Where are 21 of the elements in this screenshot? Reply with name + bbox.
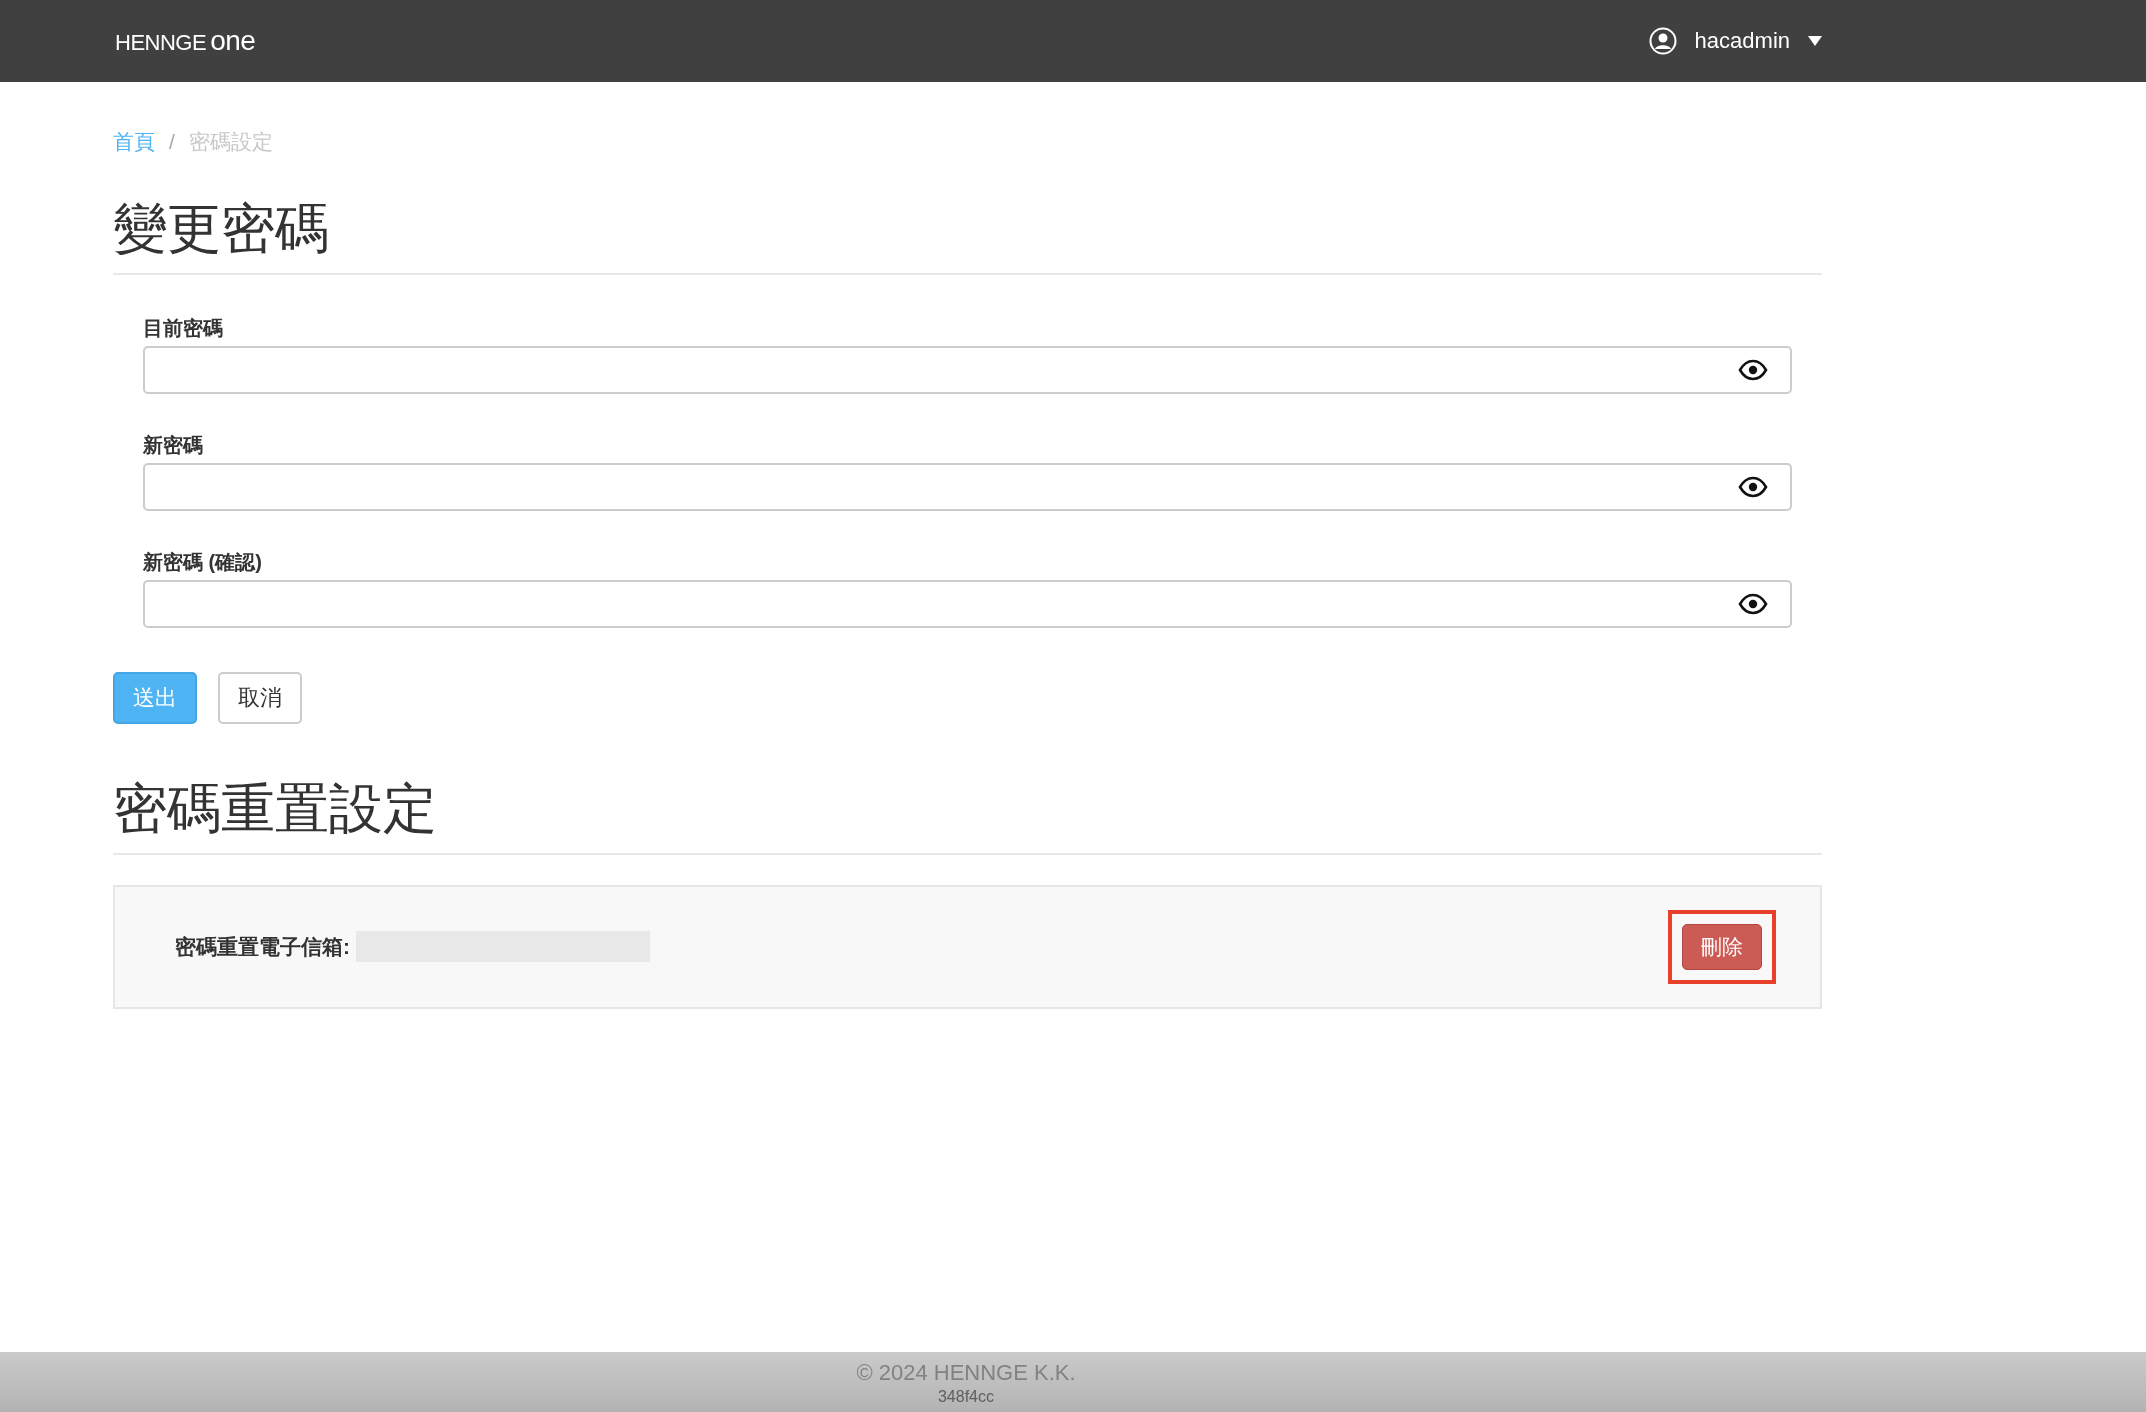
page-title: 變更密碼 [113, 196, 1822, 275]
caret-icon[interactable] [1808, 36, 1822, 46]
password-field[interactable] [143, 345, 1792, 394]
delete-button[interactable]: 刪除 [1682, 923, 1762, 970]
copyright-text: © 2024 HENNGE K.K. [856, 1360, 1076, 1386]
cancel-button[interactable]: 取消 [218, 671, 302, 724]
breadcrumb-separator: / [169, 130, 175, 154]
field-label: 目前密碼 [143, 315, 224, 341]
password-field[interactable] [143, 579, 1792, 628]
eye-icon[interactable] [1738, 592, 1768, 615]
user-menu[interactable]: hacadmin [1694, 28, 1790, 54]
section-title: 密碼重置設定 [113, 775, 1822, 855]
email-label: 密碼重置電子信箱: [175, 933, 350, 960]
build-id: 348f4cc [937, 1388, 994, 1406]
field-label: 新密碼 (確認) [143, 549, 263, 575]
eye-icon[interactable] [1738, 358, 1768, 381]
user-icon[interactable] [1648, 27, 1677, 55]
logo[interactable]: HENNGE one [115, 25, 256, 57]
eye-icon[interactable] [1738, 475, 1768, 498]
field-label: 新密碼 [143, 432, 204, 458]
password-field[interactable] [143, 462, 1792, 511]
